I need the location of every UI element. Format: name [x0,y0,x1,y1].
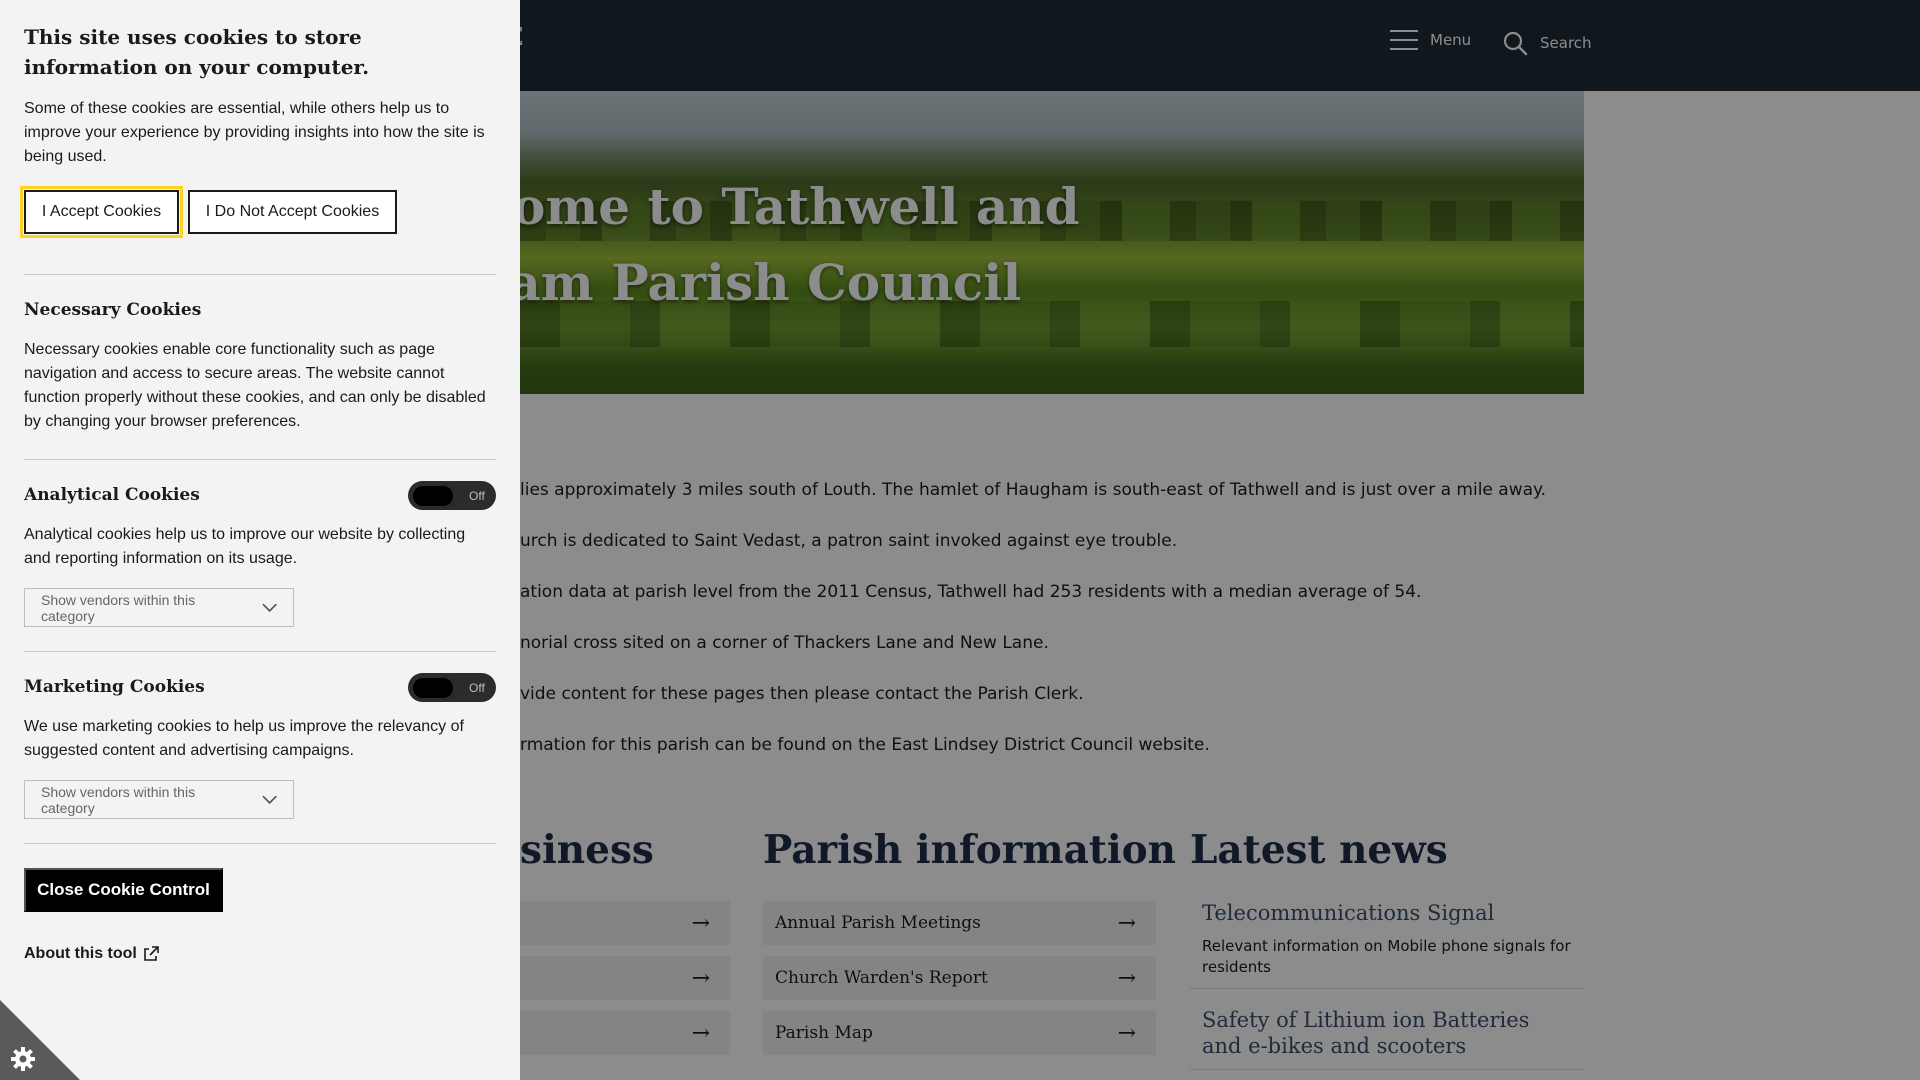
necessary-cookies-title: Necessary Cookies [24,300,202,320]
marketing-cookies-title: Marketing Cookies [24,677,205,697]
marketing-vendors-dropdown[interactable]: Show vendors within this category [24,780,294,819]
toggle-state-label: Off [469,680,485,695]
close-cookie-control-button[interactable]: Close Cookie Control [24,868,223,912]
cookie-intro-text: Some of these cookies are essential, whi… [24,100,485,165]
analytical-cookies-title: Analytical Cookies [24,485,200,505]
analytical-cookies-text: Analytical cookies help us to improve ou… [24,526,466,567]
necessary-cookies-text: Necessary cookies enable core functional… [24,341,486,430]
chevron-down-icon [262,795,277,804]
divider [24,843,496,844]
toggle-knob [413,485,453,506]
analytical-cookies-toggle[interactable]: Off [408,481,496,510]
external-link-icon [144,946,159,961]
cookie-panel-title: This site uses cookies to store informat… [24,25,370,79]
cookie-control-panel: This site uses cookies to store informat… [0,0,520,1080]
about-this-tool-link[interactable]: About this tool [24,945,159,963]
cog-icon[interactable] [10,1046,36,1072]
marketing-cookies-text: We use marketing cookies to help us impr… [24,718,464,759]
marketing-cookies-toggle[interactable]: Off [408,673,496,702]
divider [24,459,496,460]
divider [24,274,496,275]
about-link-label: About this tool [24,945,137,962]
toggle-state-label: Off [469,488,485,503]
toggle-knob [413,677,453,698]
chevron-down-icon [262,603,277,612]
analytical-vendors-dropdown[interactable]: Show vendors within this category [24,588,294,627]
reject-cookies-button[interactable]: I Do Not Accept Cookies [188,190,397,234]
accept-cookies-button[interactable]: I Accept Cookies [20,186,183,238]
vendors-label: Show vendors within this category [41,783,196,816]
divider [24,651,496,652]
vendors-label: Show vendors within this category [41,591,196,624]
